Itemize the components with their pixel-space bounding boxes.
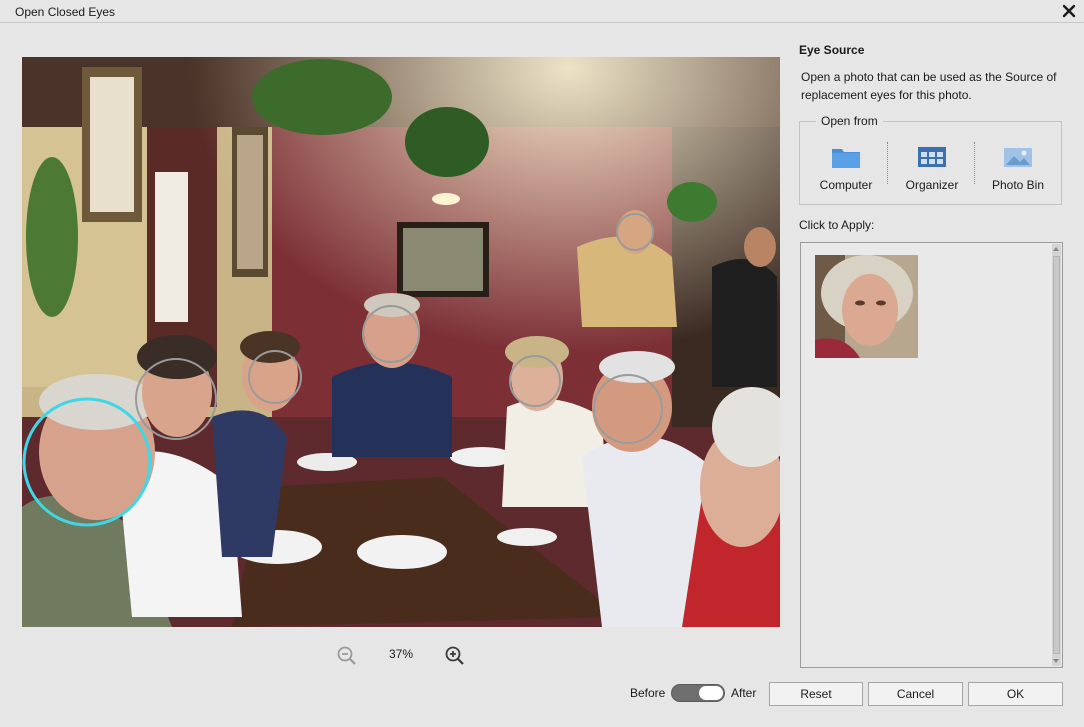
organizer-grid-icon [889, 144, 975, 170]
window-title: Open Closed Eyes [15, 5, 116, 19]
eye-source-scrollbar[interactable] [1052, 244, 1061, 666]
reset-button[interactable]: Reset [769, 682, 863, 706]
computer-label: Computer [819, 178, 873, 192]
before-after-toggle[interactable] [671, 684, 725, 702]
eye-source-list[interactable] [800, 242, 1063, 668]
scroll-down-arrow-icon[interactable] [1053, 659, 1059, 663]
organizer-label: Organizer [905, 178, 959, 192]
zoom-level: 37% [388, 647, 414, 661]
title-bar: Open Closed Eyes [0, 0, 1084, 23]
photo-canvas[interactable] [22, 57, 780, 627]
after-label: After [731, 686, 757, 700]
eye-source-description: Open a photo that can be used as the Sou… [801, 70, 1057, 102]
photo-bin-label: Photo Bin [991, 178, 1045, 192]
open-from-organizer-button[interactable]: Organizer [889, 144, 975, 194]
eye-source-heading: Eye Source [799, 43, 865, 57]
open-from-legend: Open from [816, 114, 883, 128]
zoom-out-icon[interactable] [336, 645, 358, 665]
open-from-photo-bin-button[interactable]: Photo Bin [975, 144, 1061, 194]
ok-button[interactable]: OK [968, 682, 1063, 706]
cancel-button[interactable]: Cancel [868, 682, 963, 706]
scrollbar-thumb[interactable] [1053, 256, 1060, 654]
zoom-in-icon[interactable] [444, 645, 466, 665]
toggle-knob [699, 686, 723, 700]
open-from-computer-button[interactable]: Computer [803, 144, 889, 194]
source-divider [887, 142, 888, 184]
open-from-group: Open from Computer Organizer Photo Bin [799, 114, 1062, 205]
scroll-up-arrow-icon[interactable] [1053, 247, 1059, 251]
click-to-apply-label: Click to Apply: [799, 218, 875, 232]
eye-source-thumbnail[interactable] [815, 255, 918, 358]
photo-bin-icon [975, 144, 1061, 170]
close-icon[interactable] [1060, 2, 1078, 20]
folder-icon [803, 144, 889, 170]
before-label: Before [630, 686, 666, 700]
